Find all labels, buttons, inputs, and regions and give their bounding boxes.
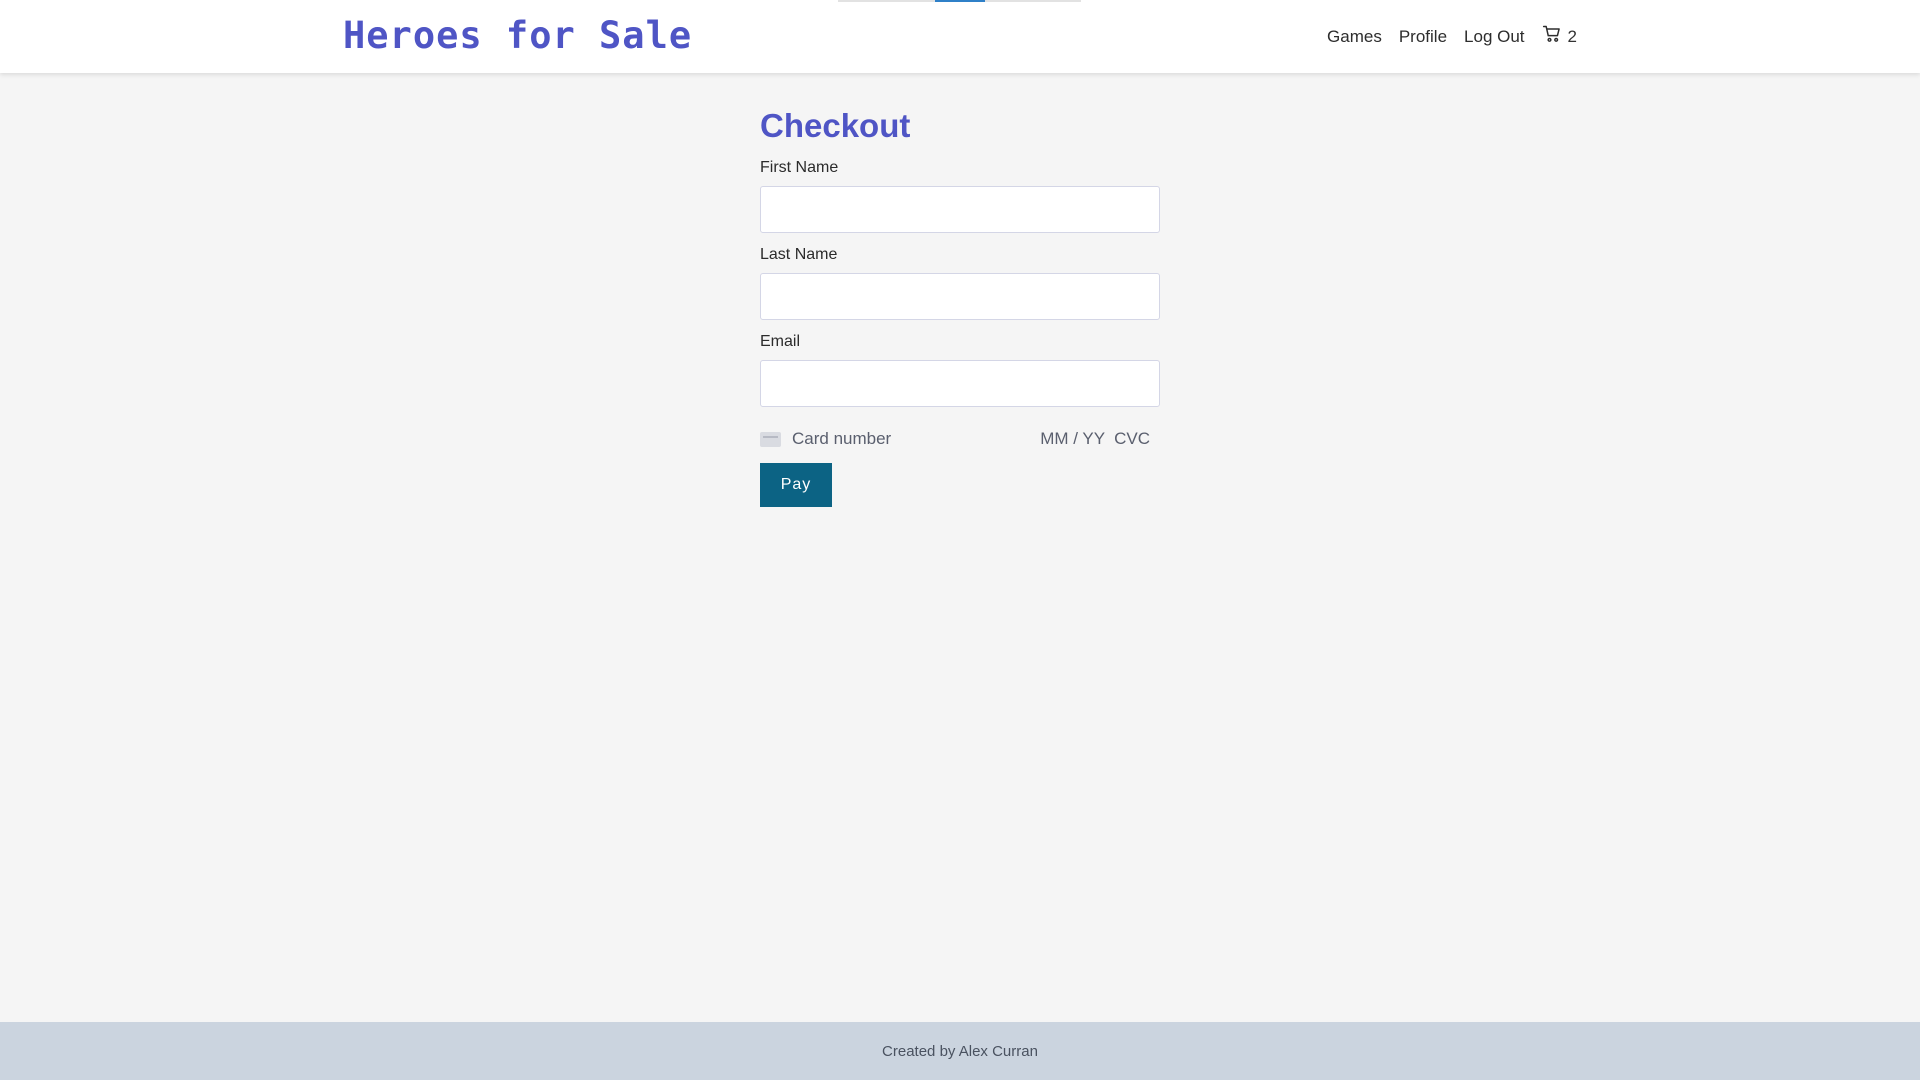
shopping-cart-icon [1542,24,1562,49]
card-number-field[interactable]: Card number [792,429,1040,449]
cart-button[interactable]: 2 [1542,24,1577,49]
site-logo[interactable]: Heroes for Sale [343,12,692,60]
nav-logout-link[interactable]: Log Out [1464,27,1525,47]
pay-button[interactable]: Pay [760,463,832,507]
last-name-field[interactable] [760,273,1160,320]
first-name-field[interactable] [760,186,1160,233]
last-name-label: Last Name [760,246,838,263]
footer: Created by Alex Curran [0,1022,1920,1080]
first-name-label: First Name [760,159,839,176]
email-label: Email [760,333,801,350]
footer-credit: Created by Alex Curran [882,1042,1038,1060]
email-field[interactable] [760,360,1160,407]
main-nav: Games Profile Log Out 2 [1327,24,1577,49]
checkout-form: Checkout First Name Last Name Email Card… [760,104,1160,507]
card-expiry-field[interactable]: MM / YY [1040,429,1105,449]
card-element: Card number MM / YY CVC [760,427,1160,451]
credit-card-icon [760,431,781,447]
loading-bar-fill [935,0,985,2]
top-navbar: Heroes for Sale Games Profile Log Out 2 [0,0,1920,73]
card-cvc-field[interactable]: CVC [1114,429,1150,449]
page-title: Checkout [760,107,911,144]
nav-games-link[interactable]: Games [1327,27,1382,47]
nav-profile-link[interactable]: Profile [1399,27,1447,47]
cart-count: 2 [1567,26,1577,46]
